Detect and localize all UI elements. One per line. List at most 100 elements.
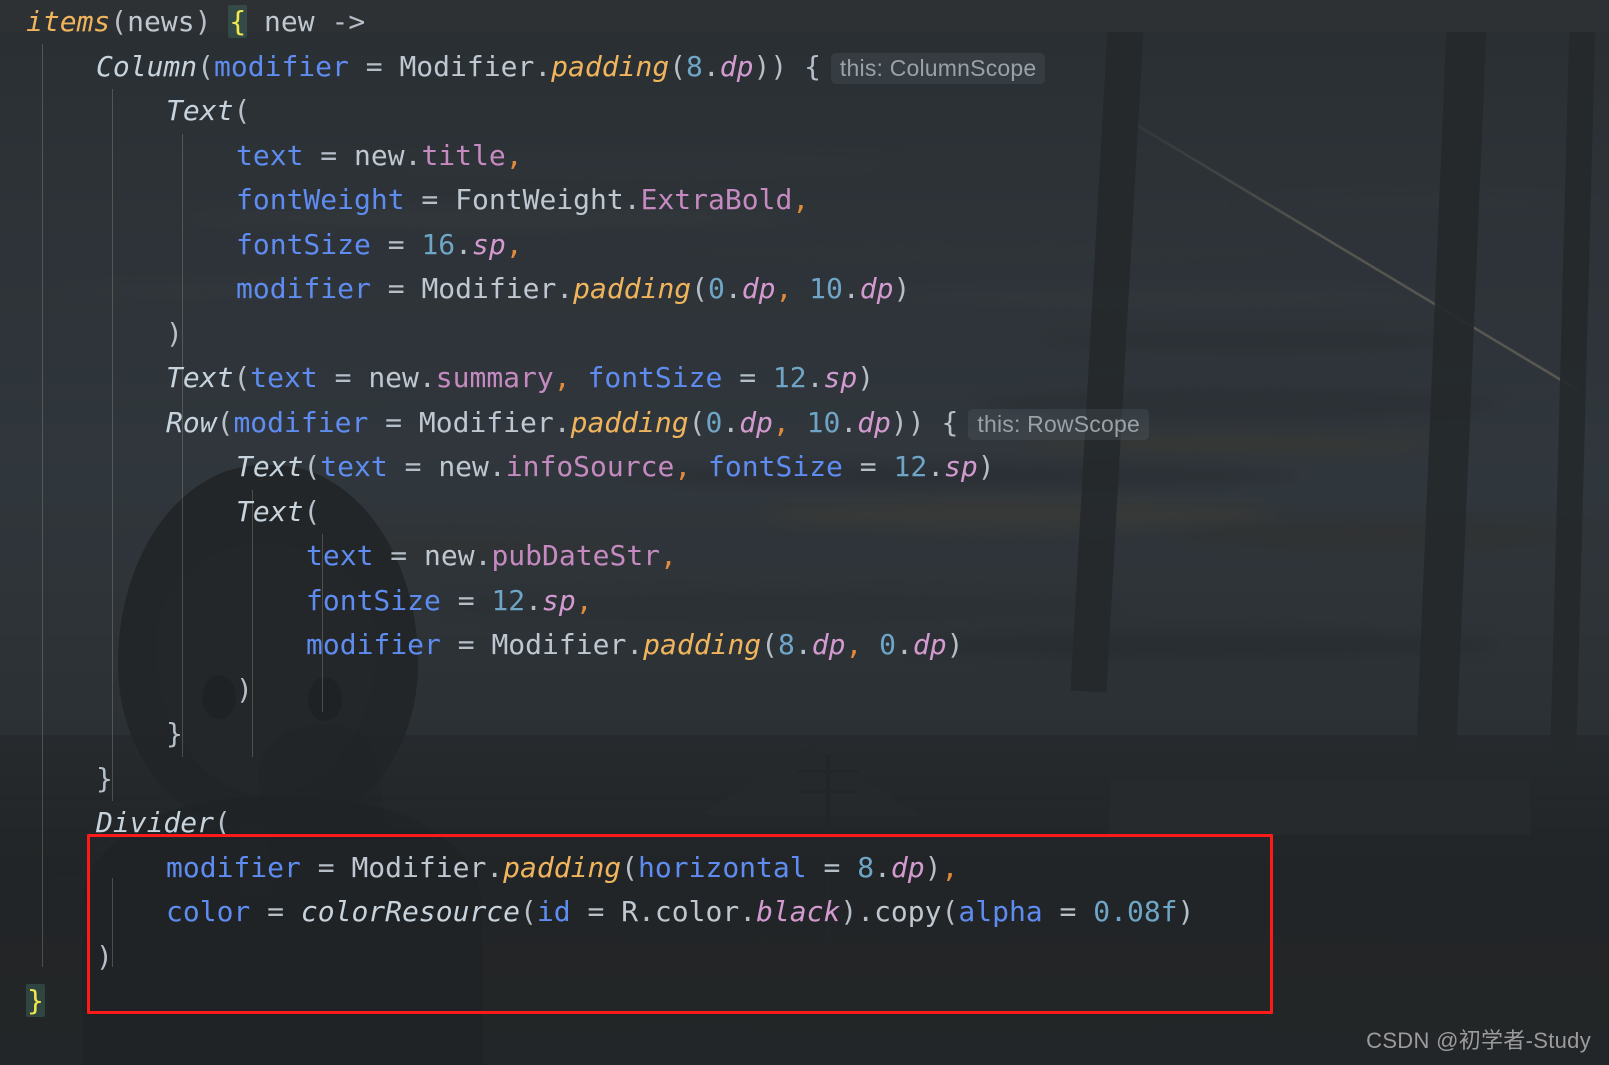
code-token: ) (977, 450, 995, 483)
code-token: , (553, 361, 571, 394)
code-token: 12 (491, 583, 526, 617)
code-token: . (626, 628, 644, 661)
code-token: = (570, 895, 622, 928)
code-line[interactable]: Text( (0, 490, 1609, 535)
code-token: fontSize (570, 361, 723, 394)
code-token: 0 (708, 272, 725, 305)
code-line[interactable]: Row(modifier = Modifier.padding(0.dp, 10… (0, 401, 1609, 446)
code-line[interactable]: ) (0, 312, 1609, 357)
code-token: pubDateStr (491, 539, 661, 572)
inlay-hint[interactable]: this: RowScope (968, 408, 1149, 440)
code-token: . (534, 49, 552, 83)
code-token: , (941, 850, 959, 884)
code-token: 0.08f (1093, 895, 1178, 928)
code-token: dp (890, 850, 925, 884)
code-line[interactable]: Divider( (0, 801, 1609, 846)
code-token: Modifier (418, 405, 554, 439)
code-token: infoSource (505, 450, 675, 483)
code-line[interactable]: ) (0, 668, 1609, 713)
code-token: , (775, 272, 793, 305)
code-token: 0 (705, 405, 723, 439)
code-token: dp (859, 272, 894, 305)
code-token: , (660, 539, 677, 572)
code-token: 8 (686, 49, 703, 83)
code-line[interactable]: text = new.pubDateStr, (0, 534, 1609, 579)
code-token: 10 (792, 272, 843, 305)
code-line[interactable]: items(news) { new -> (0, 0, 1609, 45)
code-token: dp (719, 49, 754, 83)
code-token: . (486, 850, 504, 884)
code-token: . (722, 405, 740, 439)
code-token: )) (890, 405, 942, 439)
code-token: modifier (233, 405, 369, 439)
code-token: new (247, 5, 332, 38)
code-token: = (806, 850, 858, 884)
code-token: ( (520, 895, 537, 928)
code-token: ( (214, 806, 231, 839)
code-line[interactable]: Text( (0, 89, 1609, 134)
code-line[interactable]: Text(text = new.summary, fontSize = 12.s… (0, 356, 1609, 401)
code-line[interactable]: ) (0, 935, 1609, 980)
code-token: . (806, 361, 824, 394)
code-token: = (440, 628, 492, 661)
code-token: 8 (778, 628, 795, 661)
code-token: modifier (306, 628, 441, 661)
code-token: ) (194, 5, 229, 38)
code-line[interactable]: modifier = Modifier.padding(0.dp, 10.dp) (0, 267, 1609, 312)
code-token: ) (893, 272, 911, 305)
code-line[interactable]: Text(text = new.infoSource, fontSize = 1… (0, 445, 1609, 490)
code-token: alpha (958, 895, 1043, 928)
code-content[interactable]: items(news) { new -> Column(modifier = Mo… (0, 0, 1609, 1065)
code-token: items (26, 5, 111, 38)
inlay-hint[interactable]: this: ColumnScope (830, 52, 1046, 84)
code-token: ( (688, 405, 706, 439)
code-token: dp (811, 628, 846, 661)
code-token: Text (166, 361, 234, 394)
code-token: = (348, 49, 400, 83)
code-line[interactable]: } (0, 757, 1609, 802)
code-token: title (421, 138, 506, 172)
code-line[interactable]: fontSize = 16.sp, (0, 223, 1609, 268)
code-token: ( (233, 361, 251, 394)
code-line[interactable]: color = colorResource(id = R.color.black… (0, 890, 1609, 935)
code-token: padding (551, 49, 670, 83)
code-line[interactable]: Column(modifier = Modifier.padding(8.dp)… (0, 45, 1609, 90)
code-token: , (845, 628, 863, 661)
code-token: padding (503, 850, 622, 884)
code-token: . (702, 49, 720, 83)
code-token: 0 (862, 628, 897, 661)
code-token: -> (331, 5, 366, 38)
code-line[interactable]: fontSize = 12.sp, (0, 579, 1609, 624)
code-token: { (228, 5, 248, 38)
code-token: id (536, 895, 571, 928)
code-token: modifier (166, 850, 301, 884)
code-line[interactable]: modifier = Modifier.padding(horizontal =… (0, 846, 1609, 891)
code-token: ( (110, 5, 128, 38)
code-token: . (857, 895, 875, 928)
code-token: 12 (772, 361, 807, 394)
code-line[interactable]: text = new.title, (0, 134, 1609, 179)
code-token: = (722, 361, 773, 394)
code-line[interactable]: } (0, 712, 1609, 757)
code-token: = (373, 539, 425, 572)
code-line[interactable]: modifier = Modifier.padding(8.dp, 0.dp) (0, 623, 1609, 668)
code-token: = (404, 183, 456, 216)
code-token: ( (197, 49, 215, 83)
code-token: R (621, 895, 639, 928)
code-editor-canvas[interactable]: items(news) { new -> Column(modifier = Mo… (0, 0, 1609, 1065)
code-token: = (370, 272, 422, 305)
code-line[interactable]: } (0, 979, 1609, 1024)
code-token: . (842, 272, 860, 305)
code-token: . (623, 183, 641, 216)
code-token: new (354, 138, 405, 172)
code-token: 16 (421, 227, 456, 261)
code-token: ) (924, 850, 942, 884)
code-token: = (1042, 895, 1094, 928)
code-token: ) (96, 939, 113, 973)
code-token: ( (303, 494, 321, 528)
code-token: Text (166, 94, 234, 127)
code-token: text (250, 361, 318, 394)
code-token: padding (570, 405, 689, 439)
code-token: . (724, 272, 742, 305)
code-line[interactable]: fontWeight = FontWeight.ExtraBold, (0, 178, 1609, 223)
